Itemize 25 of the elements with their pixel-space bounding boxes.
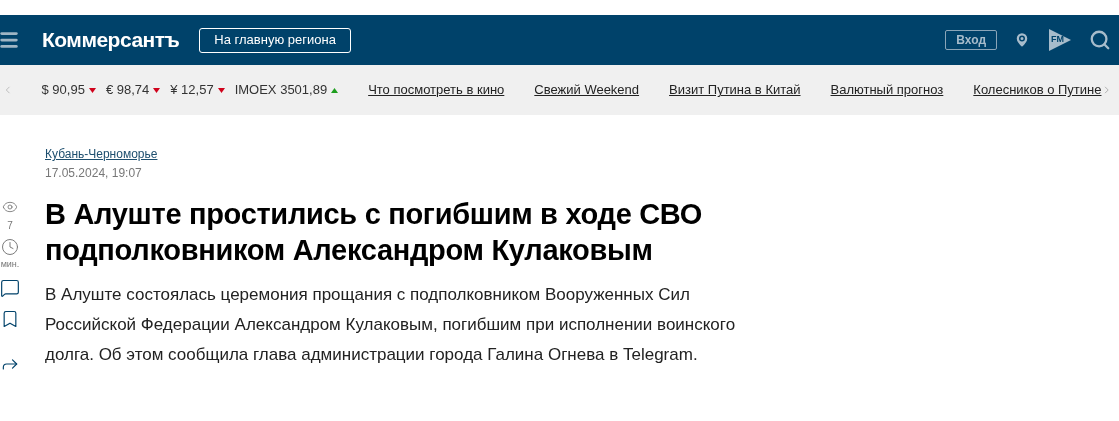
radio-play-icon[interactable]: FM xyxy=(1049,29,1071,51)
logo[interactable]: Коммерсантъ xyxy=(42,24,180,56)
rubric-link[interactable]: Кубань-Черноморье xyxy=(45,146,158,162)
search-icon[interactable] xyxy=(1089,29,1111,51)
login-button[interactable]: Вход xyxy=(945,30,997,50)
article-lead: В Алуште состоялась церемония прощания с подполковником Вооруженных Сил Российской Федерации Александром Кулаковым, погибшим при исполнении воинского долга. Об этом сообщила глава администрации города Галина Огнева в Telegram. xyxy=(45,284,737,366)
topic-link[interactable]: Визит Путина в Китай xyxy=(669,80,801,100)
comment-icon[interactable] xyxy=(0,277,20,298)
article-title: В Алуште простились с погибшим в ходе СВО подполковником Александром Кулаковым xyxy=(45,197,704,268)
topic-link[interactable]: Колесников о Путине xyxy=(973,80,1102,100)
menu-icon[interactable] xyxy=(0,29,20,51)
views-count: 7 xyxy=(7,219,13,233)
exchange-rate: IMOEX 3501,89 xyxy=(234,81,328,100)
region-button[interactable]: На главную региона xyxy=(199,27,351,53)
topic-link[interactable]: Валютный прогноз xyxy=(830,80,944,100)
clock-icon xyxy=(1,238,19,256)
location-pin-icon[interactable] xyxy=(1013,30,1031,50)
publish-date: 17.05.2024, 19:07 xyxy=(45,165,143,181)
exchange-rate: € 98,74 xyxy=(105,81,150,100)
topic-link[interactable]: Свежий Weekend xyxy=(534,80,640,100)
exchange-rate: $ 90,95 xyxy=(41,81,85,100)
exchange-rate: ¥ 12,57 xyxy=(170,81,214,100)
views-icon xyxy=(0,199,20,215)
read-time: мин. xyxy=(0,258,20,271)
topic-link[interactable]: Что посмотреть в кино xyxy=(368,80,505,100)
